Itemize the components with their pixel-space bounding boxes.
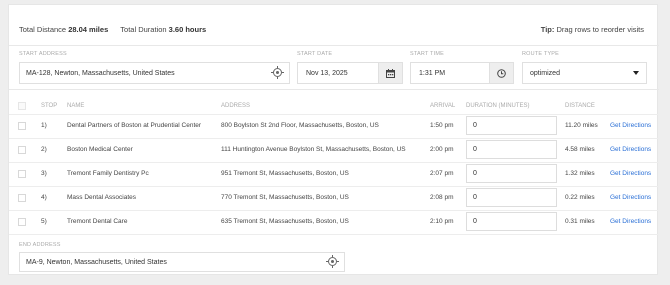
stop-address: 800 Boylston St 2nd Floor, Massachusetts… bbox=[221, 122, 379, 129]
route-type-label: ROUTE TYPE bbox=[522, 51, 560, 57]
stop-distance: 4.58 miles bbox=[565, 146, 595, 153]
tip-label: Tip: bbox=[540, 25, 555, 34]
table-row[interactable]: 5) Tremont Dental Care 635 Tremont St, M… bbox=[9, 210, 659, 234]
get-directions-link[interactable]: Get Directions bbox=[610, 170, 651, 177]
duration-value: 0 bbox=[473, 218, 477, 225]
header-arrival: ARRIVAL bbox=[430, 103, 456, 109]
stop-distance: 0.31 miles bbox=[565, 218, 595, 225]
get-directions-link[interactable]: Get Directions bbox=[610, 146, 651, 153]
duration-input[interactable]: 0 bbox=[466, 116, 557, 135]
stop-distance: 1.32 miles bbox=[565, 170, 595, 177]
calendar-button[interactable] bbox=[378, 62, 403, 84]
start-address-value: MA-128, Newton, Massachusetts, United St… bbox=[26, 69, 175, 77]
stop-number: 3) bbox=[41, 170, 47, 177]
clock-icon bbox=[497, 68, 506, 78]
total-distance-value: 28.04 miles bbox=[68, 25, 109, 34]
duration-value: 0 bbox=[473, 194, 477, 201]
table-row[interactable]: 1) Dental Partners of Boston at Prudenti… bbox=[9, 114, 659, 138]
stop-name: Mass Dental Associates bbox=[67, 194, 137, 201]
start-date-label: START DATE bbox=[297, 51, 333, 57]
end-address-label: END ADDRESS bbox=[19, 242, 61, 248]
start-address-input[interactable]: MA-128, Newton, Massachusetts, United St… bbox=[19, 62, 290, 84]
locate-start-icon[interactable] bbox=[271, 66, 284, 79]
stop-arrival: 2:08 pm bbox=[430, 194, 454, 201]
table-row[interactable]: 4) Mass Dental Associates 770 Tremont St… bbox=[9, 186, 659, 210]
duration-input[interactable]: 0 bbox=[466, 164, 557, 183]
stop-name: Tremont Dental Care bbox=[67, 218, 128, 225]
stop-arrival: 2:00 pm bbox=[430, 146, 454, 153]
start-time-input[interactable]: 1:31 PM bbox=[410, 62, 490, 84]
stop-distance: 0.22 miles bbox=[565, 194, 595, 201]
header-name: NAME bbox=[67, 103, 85, 109]
stop-address: 951 Tremont St, Massachusetts, Boston, U… bbox=[221, 170, 349, 177]
stop-address: 111 Huntington Avenue Boylston St, Massa… bbox=[221, 146, 406, 153]
start-address-label: START ADDRESS bbox=[19, 51, 67, 57]
caret-down-icon bbox=[633, 71, 639, 75]
stop-number: 1) bbox=[41, 122, 47, 129]
total-duration-value: 3.60 hours bbox=[168, 25, 207, 34]
end-address-input[interactable]: MA-9, Newton, Massachusetts, United Stat… bbox=[19, 252, 345, 272]
stop-number: 2) bbox=[41, 146, 47, 153]
row-checkbox[interactable] bbox=[18, 170, 26, 178]
tip-message: Drag rows to reorder visits bbox=[556, 25, 644, 34]
stop-address: 770 Tremont St, Massachusetts, Boston, U… bbox=[221, 194, 349, 201]
route-summary: Total Distance 28.04 miles Total Duratio… bbox=[19, 25, 206, 34]
duration-input[interactable]: 0 bbox=[466, 212, 557, 231]
stop-number: 5) bbox=[41, 218, 47, 225]
duration-input[interactable]: 0 bbox=[466, 188, 557, 207]
calendar-icon bbox=[386, 68, 395, 78]
start-date-value: Nov 13, 2025 bbox=[306, 69, 348, 77]
stop-name: Dental Partners of Boston at Prudential … bbox=[67, 122, 202, 129]
table-row[interactable]: 3) Tremont Family Dentistry Pc 951 Tremo… bbox=[9, 162, 659, 186]
route-type-value: optimized bbox=[530, 69, 560, 77]
duration-value: 0 bbox=[473, 170, 477, 177]
stop-address: 635 Tremont St, Massachusetts, Boston, U… bbox=[221, 218, 349, 225]
duration-input[interactable]: 0 bbox=[466, 140, 557, 159]
end-address-value: MA-9, Newton, Massachusetts, United Stat… bbox=[26, 258, 167, 266]
get-directions-link[interactable]: Get Directions bbox=[610, 194, 651, 201]
divider bbox=[9, 45, 659, 46]
get-directions-link[interactable]: Get Directions bbox=[610, 218, 651, 225]
duration-value: 0 bbox=[473, 122, 477, 129]
select-all-checkbox[interactable] bbox=[18, 102, 26, 110]
duration-value: 0 bbox=[473, 146, 477, 153]
stop-name: Tremont Family Dentistry Pc bbox=[67, 170, 149, 177]
start-date-input[interactable]: Nov 13, 2025 bbox=[297, 62, 379, 84]
get-directions-link[interactable]: Get Directions bbox=[610, 122, 651, 129]
tip-text: Tip: Drag rows to reorder visits bbox=[541, 25, 644, 34]
stop-arrival: 2:10 pm bbox=[430, 218, 454, 225]
stop-arrival: 2:07 pm bbox=[430, 170, 454, 177]
start-time-value: 1:31 PM bbox=[419, 69, 446, 77]
stop-name: Boston Medical Center bbox=[67, 146, 133, 153]
row-checkbox[interactable] bbox=[18, 194, 26, 202]
header-address: ADDRESS bbox=[221, 103, 251, 109]
locate-end-icon[interactable] bbox=[326, 255, 339, 268]
total-duration-label: Total Duration bbox=[120, 25, 167, 34]
total-distance-label: Total Distance bbox=[19, 25, 67, 34]
row-checkbox[interactable] bbox=[18, 146, 26, 154]
header-duration: DURATION (MINUTES) bbox=[466, 103, 530, 109]
route-type-select[interactable]: optimized bbox=[522, 62, 647, 84]
route-card: Total Distance 28.04 miles Total Duratio… bbox=[8, 4, 659, 275]
divider bbox=[9, 89, 659, 90]
table-row[interactable]: 2) Boston Medical Center 111 Huntington … bbox=[9, 138, 659, 162]
stop-distance: 11.20 miles bbox=[565, 122, 598, 129]
row-checkbox[interactable] bbox=[18, 218, 26, 226]
header-distance: DISTANCE bbox=[565, 103, 595, 109]
clock-button[interactable] bbox=[489, 62, 514, 84]
start-time-label: START TIME bbox=[410, 51, 444, 57]
header-stop: STOP bbox=[41, 103, 58, 109]
row-checkbox[interactable] bbox=[18, 122, 26, 130]
stop-number: 4) bbox=[41, 194, 47, 201]
stop-arrival: 1:50 pm bbox=[430, 122, 454, 129]
